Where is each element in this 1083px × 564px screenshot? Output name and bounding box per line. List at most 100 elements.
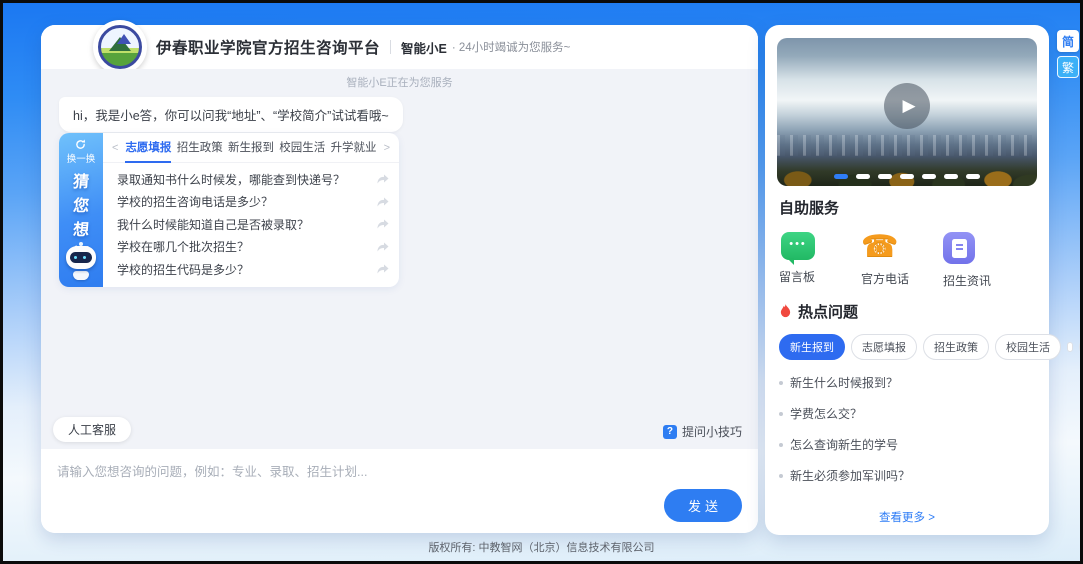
question-tips-button[interactable]: ? 提问小技巧	[663, 423, 742, 440]
hot-tag-volunteer-filling[interactable]: 志愿填报	[851, 334, 917, 360]
view-more-link[interactable]: 查看更多 >	[765, 509, 1049, 525]
lang-simplified-button[interactable]: 简	[1057, 30, 1079, 52]
hot-tag-clipped	[1067, 342, 1073, 352]
bot-name: 智能小E	[401, 38, 447, 57]
language-switcher: 简 繁	[1057, 30, 1079, 78]
service-admission-news[interactable]: 招生资讯	[943, 232, 1025, 289]
bullet-icon	[779, 474, 783, 478]
welcome-message-bubble: hi，我是小e答，你可以问我“地址”、“学校简介”试试看哦~	[59, 97, 403, 132]
news-paper-glyph	[952, 239, 967, 258]
chat-header: 伊春职业学院官方招生咨询平台 智能小E · 24小时竭诚为您服务~	[41, 25, 758, 69]
carousel-dot[interactable]	[944, 174, 958, 179]
carousel-dot[interactable]	[834, 174, 848, 179]
chat-body: 智能小E正在为您服务 hi，我是小e答，你可以问我“地址”、“学校简介”试试看哦…	[41, 69, 758, 449]
guess-tab-bar: < 志愿填报 招生政策 新生报到 校园生活 升学就业 >	[103, 133, 399, 163]
side-panel: ▶ 自助服务 ••• 留言板	[765, 25, 1049, 535]
send-question-icon[interactable]	[377, 264, 389, 274]
tabs-prev-arrow[interactable]: <	[109, 142, 121, 154]
window-frame: 伊春职业学院官方招生咨询平台 智能小E · 24小时竭诚为您服务~ 智能小E正在…	[0, 0, 1083, 564]
hot-title-row: 热点问题	[779, 301, 1037, 322]
send-button[interactable]: 发送	[664, 489, 742, 522]
campus-video-carousel[interactable]: ▶	[777, 38, 1037, 186]
tab-campus-life[interactable]: 校园生活	[279, 133, 325, 163]
carousel-dot[interactable]	[922, 174, 936, 179]
hot-question-text: 怎么查询新生的学号	[790, 436, 898, 453]
more-tags-button[interactable]: »	[1079, 337, 1080, 357]
refresh-icon	[75, 139, 86, 150]
service-tagline: · 24小时竭诚为您服务~	[452, 39, 571, 55]
hot-question-text: 学费怎么交？	[790, 405, 862, 422]
guess-question-text: 学校的招生咨询电话是多少？	[117, 193, 273, 210]
copyright-footer: 版权所有: 中教智网（北京）信息技术有限公司	[3, 539, 1080, 555]
play-icon: ▶	[898, 96, 915, 116]
service-official-phone[interactable]: ☎ 官方电话	[861, 232, 943, 289]
carousel-dot[interactable]	[966, 174, 980, 179]
tab-volunteer-filling[interactable]: 志愿填报	[125, 133, 171, 163]
human-service-button[interactable]: 人工客服	[53, 417, 131, 442]
guess-panel-strip: 换一换 猜 您 想 问	[59, 133, 103, 287]
question-mark-icon: ?	[663, 425, 677, 439]
hot-tag-bar: 新生报到 志愿填报 招生政策 校园生活 »	[779, 334, 1037, 360]
tabs-next-arrow[interactable]: >	[381, 142, 393, 154]
hot-tag-admission-policy[interactable]: 招生政策	[923, 334, 989, 360]
message-input[interactable]	[41, 449, 758, 501]
hot-question-row[interactable]: 怎么查询新生的学号	[779, 436, 1037, 453]
vertical-title-char: 猜	[72, 171, 90, 195]
play-video-button[interactable]: ▶	[884, 83, 930, 129]
hot-question-row[interactable]: 学费怎么交？	[779, 405, 1037, 422]
hot-tag-campus-life[interactable]: 校园生活	[995, 334, 1061, 360]
self-service-title: 自助服务	[779, 197, 1035, 218]
bullet-icon	[779, 443, 783, 447]
self-service-section: 自助服务 ••• 留言板 ☎ 官方电话 招生资讯	[779, 197, 1035, 289]
hot-question-row[interactable]: 新生必须参加军训吗？	[779, 467, 1037, 484]
hot-tag-freshman-registration[interactable]: 新生报到	[779, 334, 845, 360]
guess-question-row[interactable]: 我什么时候能知道自己是否被录取？	[117, 216, 389, 233]
hot-questions-title: 热点问题	[798, 301, 858, 322]
message-input-area: 发送	[41, 449, 758, 533]
tab-freshman-registration[interactable]: 新生报到	[228, 133, 274, 163]
title-divider	[390, 40, 391, 54]
lang-traditional-button[interactable]: 繁	[1057, 56, 1079, 78]
bot-status-text: 智能小E正在为您服务	[41, 69, 758, 90]
guess-question-text: 录取通知书什么时候发，哪能查到快递号？	[117, 171, 345, 188]
guess-question-text: 学校的招生代码是多少？	[117, 261, 249, 278]
bullet-icon	[779, 412, 783, 416]
carousel-dot[interactable]	[878, 174, 892, 179]
refresh-questions-button[interactable]: 换一换	[67, 139, 96, 165]
send-question-icon[interactable]	[377, 242, 389, 252]
hot-flame-icon	[779, 304, 792, 319]
page-background: 伊春职业学院官方招生咨询平台 智能小E · 24小时竭诚为您服务~ 智能小E正在…	[3, 3, 1080, 561]
guess-question-row[interactable]: 学校的招生咨询电话是多少？	[117, 193, 389, 210]
send-question-icon[interactable]	[377, 174, 389, 184]
college-logo-emblem	[98, 25, 142, 69]
college-logo	[93, 20, 147, 74]
tab-further-study-employment[interactable]: 升学就业	[331, 133, 377, 163]
send-question-icon[interactable]	[377, 197, 389, 207]
robot-body	[73, 271, 89, 280]
admission-news-icon	[943, 232, 975, 264]
hot-question-row[interactable]: 新生什么时候报到？	[779, 374, 1037, 391]
guess-tabs: 志愿填报 招生政策 新生报到 校园生活 升学就业	[121, 133, 380, 163]
board-dots: •••	[789, 239, 807, 250]
chat-card: 伊春职业学院官方招生咨询平台 智能小E · 24小时竭诚为您服务~ 智能小E正在…	[41, 25, 758, 533]
service-label: 招生资讯	[943, 272, 991, 289]
carousel-dot[interactable]	[856, 174, 870, 179]
guess-question-row[interactable]: 学校在哪几个批次招生？	[117, 238, 389, 255]
carousel-dot[interactable]	[900, 174, 914, 179]
guess-question-text: 我什么时候能知道自己是否被录取？	[117, 216, 309, 233]
hot-question-text: 新生必须参加军训吗？	[790, 467, 910, 484]
message-board-icon: •••	[781, 232, 815, 260]
service-message-board[interactable]: ••• 留言板	[779, 232, 861, 289]
hot-question-text: 新生什么时候报到？	[790, 374, 898, 391]
send-question-icon[interactable]	[377, 219, 389, 229]
carousel-dots	[777, 174, 1037, 179]
hot-questions-section: 热点问题 新生报到 志愿填报 招生政策 校园生活 » 新生什么时候报到？	[779, 301, 1037, 484]
service-label: 留言板	[779, 268, 815, 285]
guess-question-row[interactable]: 学校的招生代码是多少？	[117, 261, 389, 278]
vertical-title-char: 您	[72, 195, 90, 219]
robot-head	[66, 246, 96, 269]
tab-admission-policy[interactable]: 招生政策	[177, 133, 223, 163]
guess-question-text: 学校在哪几个批次招生？	[117, 238, 249, 255]
guess-question-row[interactable]: 录取通知书什么时候发，哪能查到快递号？	[117, 171, 389, 188]
guess-panel-content: < 志愿填报 招生政策 新生报到 校园生活 升学就业 > 录取通知书什么时候发，…	[103, 133, 399, 287]
